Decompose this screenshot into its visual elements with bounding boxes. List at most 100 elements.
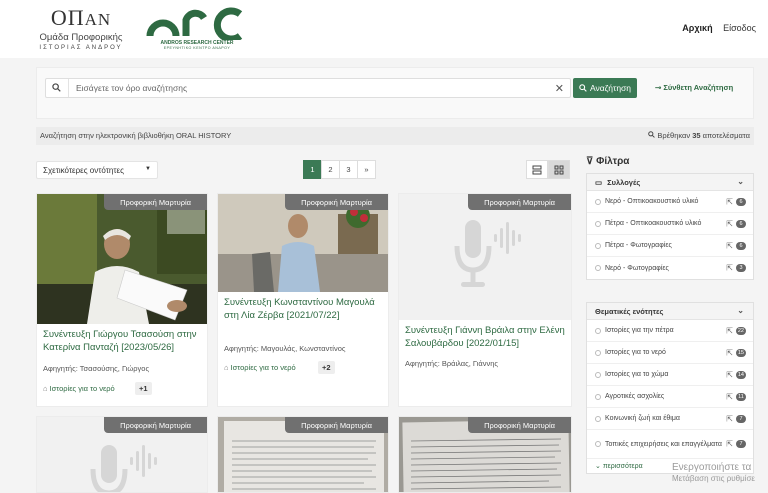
- search-box: ✕: [45, 78, 571, 98]
- search-icon: [52, 83, 61, 95]
- card-title[interactable]: Συνέντευξη Γιώργου Τσασούση στην Κατερίν…: [43, 329, 203, 354]
- list-view-icon[interactable]: [526, 160, 548, 179]
- filter-item[interactable]: Πέτρα - Φωτογραφίες ⇱ 6: [587, 235, 753, 257]
- search-icon: [579, 84, 587, 92]
- arc-logo-subname: ΕΡΕΥΝΗΤΙΚΟ ΚΕΝΤΡΟ ΑΝΔΡΟΥ: [163, 46, 231, 50]
- card-title[interactable]: Συνέντευξη Γιάννη Βράιλα στην Ελένη Σαλο…: [405, 325, 565, 350]
- card-tag[interactable]: ⌂ Ιστορίες για το νερό: [43, 384, 115, 393]
- microphone-icon: [454, 220, 521, 287]
- clear-icon[interactable]: ✕: [555, 82, 564, 95]
- filter-checkbox[interactable]: [595, 371, 601, 378]
- tag-icon: ⌂: [43, 384, 48, 393]
- filter-count-badge: 6: [736, 241, 746, 250]
- advanced-search-link[interactable]: ⊸ Σύνθετη Αναζήτηση: [655, 83, 733, 92]
- external-link-icon[interactable]: ⇱: [726, 392, 733, 401]
- filter-group-header[interactable]: ▭ Συλλογές ⌄: [587, 174, 753, 191]
- external-link-icon[interactable]: ⇱: [726, 326, 733, 335]
- search-panel: ✕ Αναζήτηση ⊸ Σύνθετη Αναζήτηση: [36, 67, 754, 119]
- external-link-icon[interactable]: ⇱: [726, 264, 733, 273]
- page-1-button[interactable]: 1: [303, 160, 322, 179]
- filter-item[interactable]: Νερό - Φωτογραφίες ⇱ 3: [587, 257, 753, 279]
- card-tag-label: Ιστορίες για το νερό: [230, 363, 296, 372]
- arc-logo[interactable]: ANDROS RESEARCH CENTER ΕΡΕΥΝΗΤΙΚΟ ΚΕΝΤΡΟ…: [146, 6, 246, 52]
- search-icon: [648, 131, 656, 138]
- oipan-logo[interactable]: ΟΠΑΝ Ομάδα Προφορικής ΙΣΤΟΡΙΑΣ ΑΝΔΡΟΥ: [26, 6, 136, 54]
- filter-icon: ⊽: [586, 156, 594, 167]
- card-more-tags-badge[interactable]: +1: [135, 382, 152, 395]
- filter-item[interactable]: Ιστορίες για το χώμα ⇱ 14: [587, 364, 753, 386]
- external-link-icon[interactable]: ⇱: [726, 348, 733, 357]
- filter-group-header[interactable]: Θεματικές ενότητες ⌄: [587, 303, 753, 320]
- external-link-icon[interactable]: ⇱: [726, 219, 733, 228]
- external-link-icon[interactable]: ⇱: [726, 241, 733, 250]
- search-button[interactable]: Αναζήτηση: [573, 78, 637, 98]
- external-link-icon[interactable]: ⇱: [726, 370, 733, 379]
- pagination: 1 2 3 »: [303, 160, 376, 179]
- oipan-logo-subtitle: Ομάδα Προφορικής: [39, 32, 123, 43]
- external-link-icon[interactable]: ⇱: [726, 197, 733, 206]
- card-more-tags-badge[interactable]: +2: [318, 361, 335, 374]
- library-description: Αναζήτηση στην ηλεκτρονική βιβλιοθήκη OR…: [40, 131, 232, 140]
- filter-group-topics: Θεματικές ενότητες ⌄ Ιστορίες για την πέ…: [586, 302, 754, 474]
- filter-count-badge: 14: [735, 370, 746, 379]
- nav-login-link[interactable]: Είσοδος: [723, 23, 756, 33]
- result-card[interactable]: Προφορική Μαρτυρία: [398, 416, 572, 493]
- card-badge: Προφορική Μαρτυρία: [104, 194, 207, 210]
- filter-checkbox[interactable]: [595, 349, 601, 356]
- external-link-icon[interactable]: ⇱: [726, 440, 733, 449]
- external-link-icon[interactable]: ⇱: [726, 414, 733, 423]
- search-button-label: Αναζήτηση: [589, 83, 632, 93]
- result-card[interactable]: Προφορική Μαρτυρία: [36, 416, 208, 493]
- filter-count-badge: 7: [736, 440, 746, 448]
- sort-selected-value: Σχετικότερες οντότητες: [43, 166, 124, 175]
- filter-group-collections: ▭ Συλλογές ⌄ Νερό - Οπτικοακουστικό υλικ…: [586, 173, 754, 280]
- oipan-logo-tail: ΑΝ: [84, 10, 112, 29]
- filter-checkbox[interactable]: [595, 415, 601, 422]
- filter-checkbox[interactable]: [595, 441, 601, 447]
- grid-view-icon[interactable]: [548, 160, 570, 179]
- filter-item[interactable]: Κοινωνική ζωή και έθιμα ⇱ 7: [587, 408, 753, 430]
- filter-item[interactable]: Πέτρα - Οπτικοακουστικό υλικό ⇱ 6: [587, 213, 753, 235]
- card-badge: Προφορική Μαρτυρία: [104, 417, 207, 433]
- nav-home-link[interactable]: Αρχική: [682, 23, 712, 33]
- filter-count-badge: 7: [736, 414, 746, 423]
- filter-checkbox[interactable]: [595, 393, 601, 400]
- view-toggle: [526, 160, 570, 179]
- card-badge: Προφορική Μαρτυρία: [285, 417, 388, 433]
- filter-count-badge: 6: [736, 219, 746, 228]
- filter-count-badge: 11: [736, 392, 746, 401]
- filter-item[interactable]: Ιστορίες για την πέτρα ⇱ 22: [587, 320, 753, 342]
- filter-item[interactable]: Νερό - Οπτικοακουστικό υλικό ⇱ 6: [587, 191, 753, 213]
- filter-checkbox[interactable]: [595, 327, 601, 334]
- results-number: 35: [692, 131, 701, 140]
- filter-checkbox[interactable]: [595, 220, 601, 227]
- filter-count-badge: 15: [735, 348, 746, 357]
- caret-down-icon: ▼: [145, 166, 151, 172]
- filter-checkbox[interactable]: [595, 242, 601, 249]
- filter-item-label: Κοινωνική ζωή και έθιμα: [605, 415, 680, 422]
- filter-item-label: Ιστορίες για το χώμα: [605, 371, 669, 378]
- arc-logo-mark: [146, 7, 243, 40]
- sort-select[interactable]: Σχετικότερες οντότητες ▼: [36, 161, 158, 179]
- chevron-down-icon: ⌄: [595, 463, 603, 470]
- card-tag-label: Ιστορίες για το νερό: [49, 384, 115, 393]
- card-tag[interactable]: ⌂ Ιστορίες για το νερό: [224, 363, 296, 372]
- watermark-line-2: Μετάβαση στις ρυθμίσε: [672, 474, 755, 483]
- filter-checkbox[interactable]: [595, 198, 601, 205]
- search-separator: [68, 79, 69, 97]
- result-card[interactable]: Προφορική Μαρτυρία Συνέντευξη Γιώργου Τσ…: [36, 193, 208, 407]
- oipan-logo-tagline: ΙΣΤΟΡΙΑΣ ΑΝΔΡΟΥ: [39, 45, 123, 51]
- page-next-button[interactable]: »: [357, 160, 376, 179]
- result-card[interactable]: Προφορική Μαρτυρία: [217, 416, 389, 493]
- result-card[interactable]: Προφορική Μαρτυρία Συνέντευξη Κωνσταντίν…: [217, 193, 389, 407]
- filter-item[interactable]: Ιστορίες για το νερό ⇱ 15: [587, 342, 753, 364]
- card-title[interactable]: Συνέντευξη Κωνσταντίνου Μαγουλά στη Λία …: [224, 297, 384, 322]
- page-3-button[interactable]: 3: [339, 160, 358, 179]
- filter-item[interactable]: Τοπικές επιχειρήσεις και επαγγέλματα ⇱ 7: [587, 430, 753, 459]
- filter-item[interactable]: Αγροτικές ασχολίες ⇱ 11: [587, 386, 753, 408]
- filter-checkbox[interactable]: [595, 265, 601, 271]
- search-input[interactable]: [76, 81, 546, 95]
- advanced-search-label: Σύνθετη Αναζήτηση: [663, 83, 734, 92]
- page-2-button[interactable]: 2: [321, 160, 340, 179]
- result-card[interactable]: Προφορική Μαρτυρία Συνέντευξη Γιάννη Βρά…: [398, 193, 572, 407]
